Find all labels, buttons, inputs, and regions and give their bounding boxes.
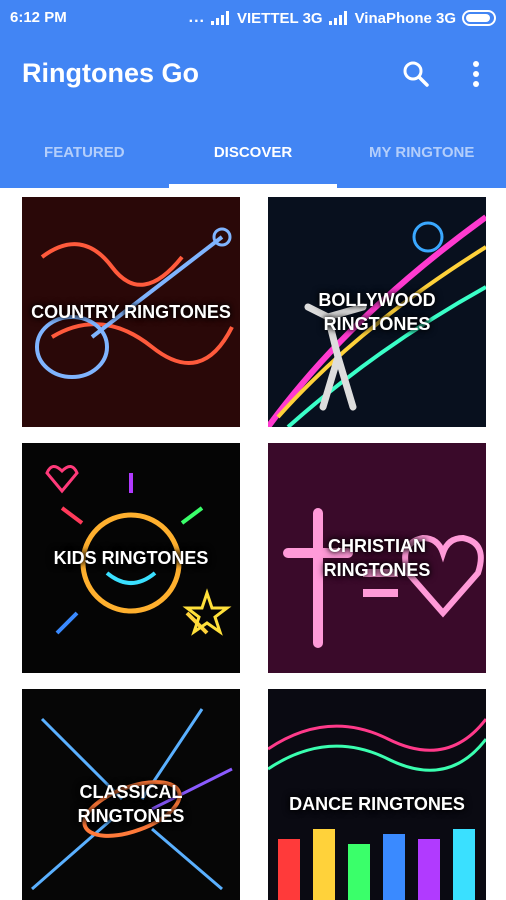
signal-icon xyxy=(328,11,349,25)
notification-dots: ... xyxy=(188,9,205,26)
category-label: CLASSICAL RINGTONES xyxy=(77,782,185,826)
category-card-christian[interactable]: CHRISTIAN RINGTONES xyxy=(268,443,486,673)
category-label: COUNTRY RINGTONES xyxy=(31,302,231,322)
tab-my-ringtone[interactable]: MY RINGTONE xyxy=(337,130,506,188)
category-card-dance[interactable]: DANCE RINGTONES xyxy=(268,689,486,900)
tab-bar: FEATURED DISCOVER MY RINGTONE xyxy=(0,130,506,188)
battery-icon xyxy=(462,10,496,26)
carrier-2: VinaPhone 3G xyxy=(354,9,456,27)
category-label: DANCE RINGTONES xyxy=(289,794,465,814)
tab-discover[interactable]: DISCOVER xyxy=(168,130,338,188)
category-card-bollywood[interactable]: BOLLYWOOD RINGTONES xyxy=(268,197,486,427)
status-time: 6:12 PM xyxy=(10,9,67,26)
carrier-1: VIETTEL 3G xyxy=(237,9,323,27)
status-bar: 6:12 PM ... VIETTEL 3G VinaPhone 3G xyxy=(0,0,506,34)
category-card-kids[interactable]: KIDS RINGTONES xyxy=(22,443,240,673)
category-label: BOLLYWOOD RINGTONES xyxy=(318,290,436,334)
status-indicators: ... VIETTEL 3G VinaPhone 3G xyxy=(189,9,496,27)
app-title: Ringtones Go xyxy=(22,58,199,88)
more-vert-icon xyxy=(473,61,479,87)
category-card-country[interactable]: COUNTRY RINGTONES xyxy=(22,197,240,427)
search-button[interactable] xyxy=(400,58,432,90)
category-label: KIDS RINGTONES xyxy=(53,548,209,568)
category-card-classical[interactable]: CLASSICAL RINGTONES xyxy=(22,689,240,900)
more-options-button[interactable] xyxy=(460,58,492,90)
category-label: CHRISTIAN RINGTONES xyxy=(323,536,431,580)
search-icon xyxy=(403,61,429,87)
tab-featured[interactable]: FEATURED xyxy=(0,130,169,188)
app-bar: 6:12 PM ... VIETTEL 3G VinaPhone 3G Ring… xyxy=(0,0,506,188)
signal-icon xyxy=(211,11,231,25)
